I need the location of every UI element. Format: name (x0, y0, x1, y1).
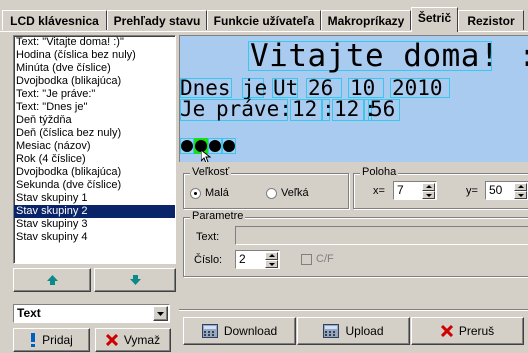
upload-label: Upload (345, 324, 384, 338)
keypad-icon (201, 324, 218, 338)
preview-title: Vitajte doma! :) (250, 38, 528, 74)
spin-down-icon[interactable] (422, 191, 435, 199)
cf-label: C/F (316, 253, 334, 265)
size-small-label: Malá (205, 187, 229, 199)
list-item[interactable]: Stav skupiny 3 (14, 218, 175, 231)
red-x-icon (440, 325, 453, 337)
arrow-down-icon (129, 275, 141, 285)
cf-checkbox[interactable]: C/F (301, 253, 334, 265)
list-item[interactable]: Dvojbodka (blikajúca) (14, 75, 175, 88)
size-large-label: Veľká (281, 187, 309, 199)
preview-word-prave: práve: (216, 97, 292, 121)
tab-funkcie-uzivatela[interactable]: Funkcie užívateľa (207, 10, 321, 30)
checkbox-icon (301, 253, 312, 265)
y-label: y= (466, 185, 478, 197)
size-large-radio[interactable]: Veľká (266, 187, 309, 199)
position-group: Poloha x= 7 y= 50 (353, 166, 528, 209)
arrow-up-icon (46, 275, 58, 285)
mouse-cursor-icon (201, 150, 211, 162)
list-item[interactable]: Stav skupiny 2 (14, 205, 175, 218)
spin-up-icon[interactable] (265, 252, 278, 260)
y-spin-field[interactable]: 50 (485, 181, 528, 200)
list-item[interactable]: Stav skupiny 1 (14, 192, 175, 205)
download-button[interactable]: Download (183, 317, 296, 345)
position-group-label: Poloha (360, 166, 399, 178)
list-item[interactable]: Deň (číslica bez nuly) (14, 127, 175, 140)
spin-up-icon[interactable] (422, 183, 435, 191)
spin-down-icon[interactable] (265, 260, 278, 268)
preview-second: 56 (370, 97, 396, 121)
y-value: 50 (489, 183, 503, 197)
params-group: Parametre Text: Číslo: 2 C/F (183, 210, 528, 277)
move-down-button[interactable] (94, 268, 176, 292)
list-item[interactable]: Sekunda (dve číslice) (14, 179, 175, 192)
add-button[interactable]: Pridaj (13, 328, 90, 352)
radio-empty-icon (266, 187, 277, 199)
element-list[interactable]: Text: "Vitajte doma! :)" Hodina (číslica … (13, 35, 176, 264)
upload-button[interactable]: Upload (297, 317, 410, 345)
preview-word-je2: Je (180, 97, 206, 121)
add-button-label: Pridaj (42, 333, 73, 347)
tab-lcd-klavesnica[interactable]: LCD klávesnica (2, 10, 107, 30)
number-param-label: Číslo: (194, 254, 223, 266)
list-item[interactable]: Rok (4 číslice) (14, 153, 175, 166)
tab-bar: LCD klávesnica Prehľady stavu Funkcie už… (0, 0, 528, 32)
x-spin-field[interactable]: 7 (393, 181, 437, 200)
x-value: 7 (397, 183, 404, 197)
delete-button-label: Vymaž (123, 333, 161, 347)
abort-button[interactable]: Preruš (411, 317, 524, 345)
move-up-button[interactable] (13, 268, 91, 292)
spin-down-icon[interactable] (514, 191, 527, 199)
list-item[interactable]: Text: "Je práve:" (14, 88, 175, 101)
exclamation-icon (31, 333, 36, 347)
text-param-label: Text: (196, 231, 220, 243)
lcd-preview[interactable]: Vitajte doma! :) Dnes je Ut 26 10 2010 J… (179, 35, 528, 162)
abort-label: Preruš (458, 324, 495, 338)
download-label: Download (223, 324, 278, 338)
list-item[interactable]: Minúta (dve číslice) (14, 62, 175, 75)
text-param-field[interactable] (235, 226, 528, 245)
preview-hour: 12 (292, 97, 318, 121)
element-type-value: Text (17, 306, 41, 320)
size-group: Veľkosť Malá Veľká (183, 166, 349, 209)
tab-rezistor[interactable]: Rezistor (458, 10, 524, 30)
size-small-radio[interactable]: Malá (190, 187, 229, 199)
preview-minute: 12 (334, 97, 360, 121)
number-spin-field[interactable]: 2 (235, 250, 280, 269)
keypad-icon (323, 324, 340, 338)
number-param-value: 2 (239, 252, 246, 266)
size-group-label: Veľkosť (190, 166, 232, 178)
params-group-label: Parametre (190, 210, 246, 222)
list-item[interactable]: Hodina (číslica bez nuly) (14, 49, 175, 62)
tab-prehlady-stavu[interactable]: Prehľady stavu (107, 10, 207, 30)
preview-year: 2010 (392, 76, 443, 100)
list-item[interactable]: Mesiac (názov) (14, 140, 175, 153)
chevron-down-icon[interactable] (153, 306, 168, 321)
x-label: x= (373, 185, 385, 197)
delete-button[interactable]: Vymaž (95, 328, 171, 352)
red-x-icon (105, 334, 118, 346)
tab-makroprikazy[interactable]: Makropríkazy (321, 10, 411, 30)
list-item[interactable]: Deň týždňa (14, 114, 175, 127)
element-type-select[interactable]: Text (13, 304, 170, 323)
spin-up-icon[interactable] (514, 183, 527, 191)
tab-setric[interactable]: Šetrič (411, 7, 458, 32)
list-item[interactable]: Text: "Vitajte doma! :)" (14, 36, 175, 49)
list-item[interactable]: Text: "Dnes je" (14, 101, 175, 114)
radio-selected-icon (190, 187, 201, 199)
list-item[interactable]: Stav skupiny 4 (14, 231, 175, 244)
list-item[interactable]: Dvojbodka (blikajúca) (14, 166, 175, 179)
